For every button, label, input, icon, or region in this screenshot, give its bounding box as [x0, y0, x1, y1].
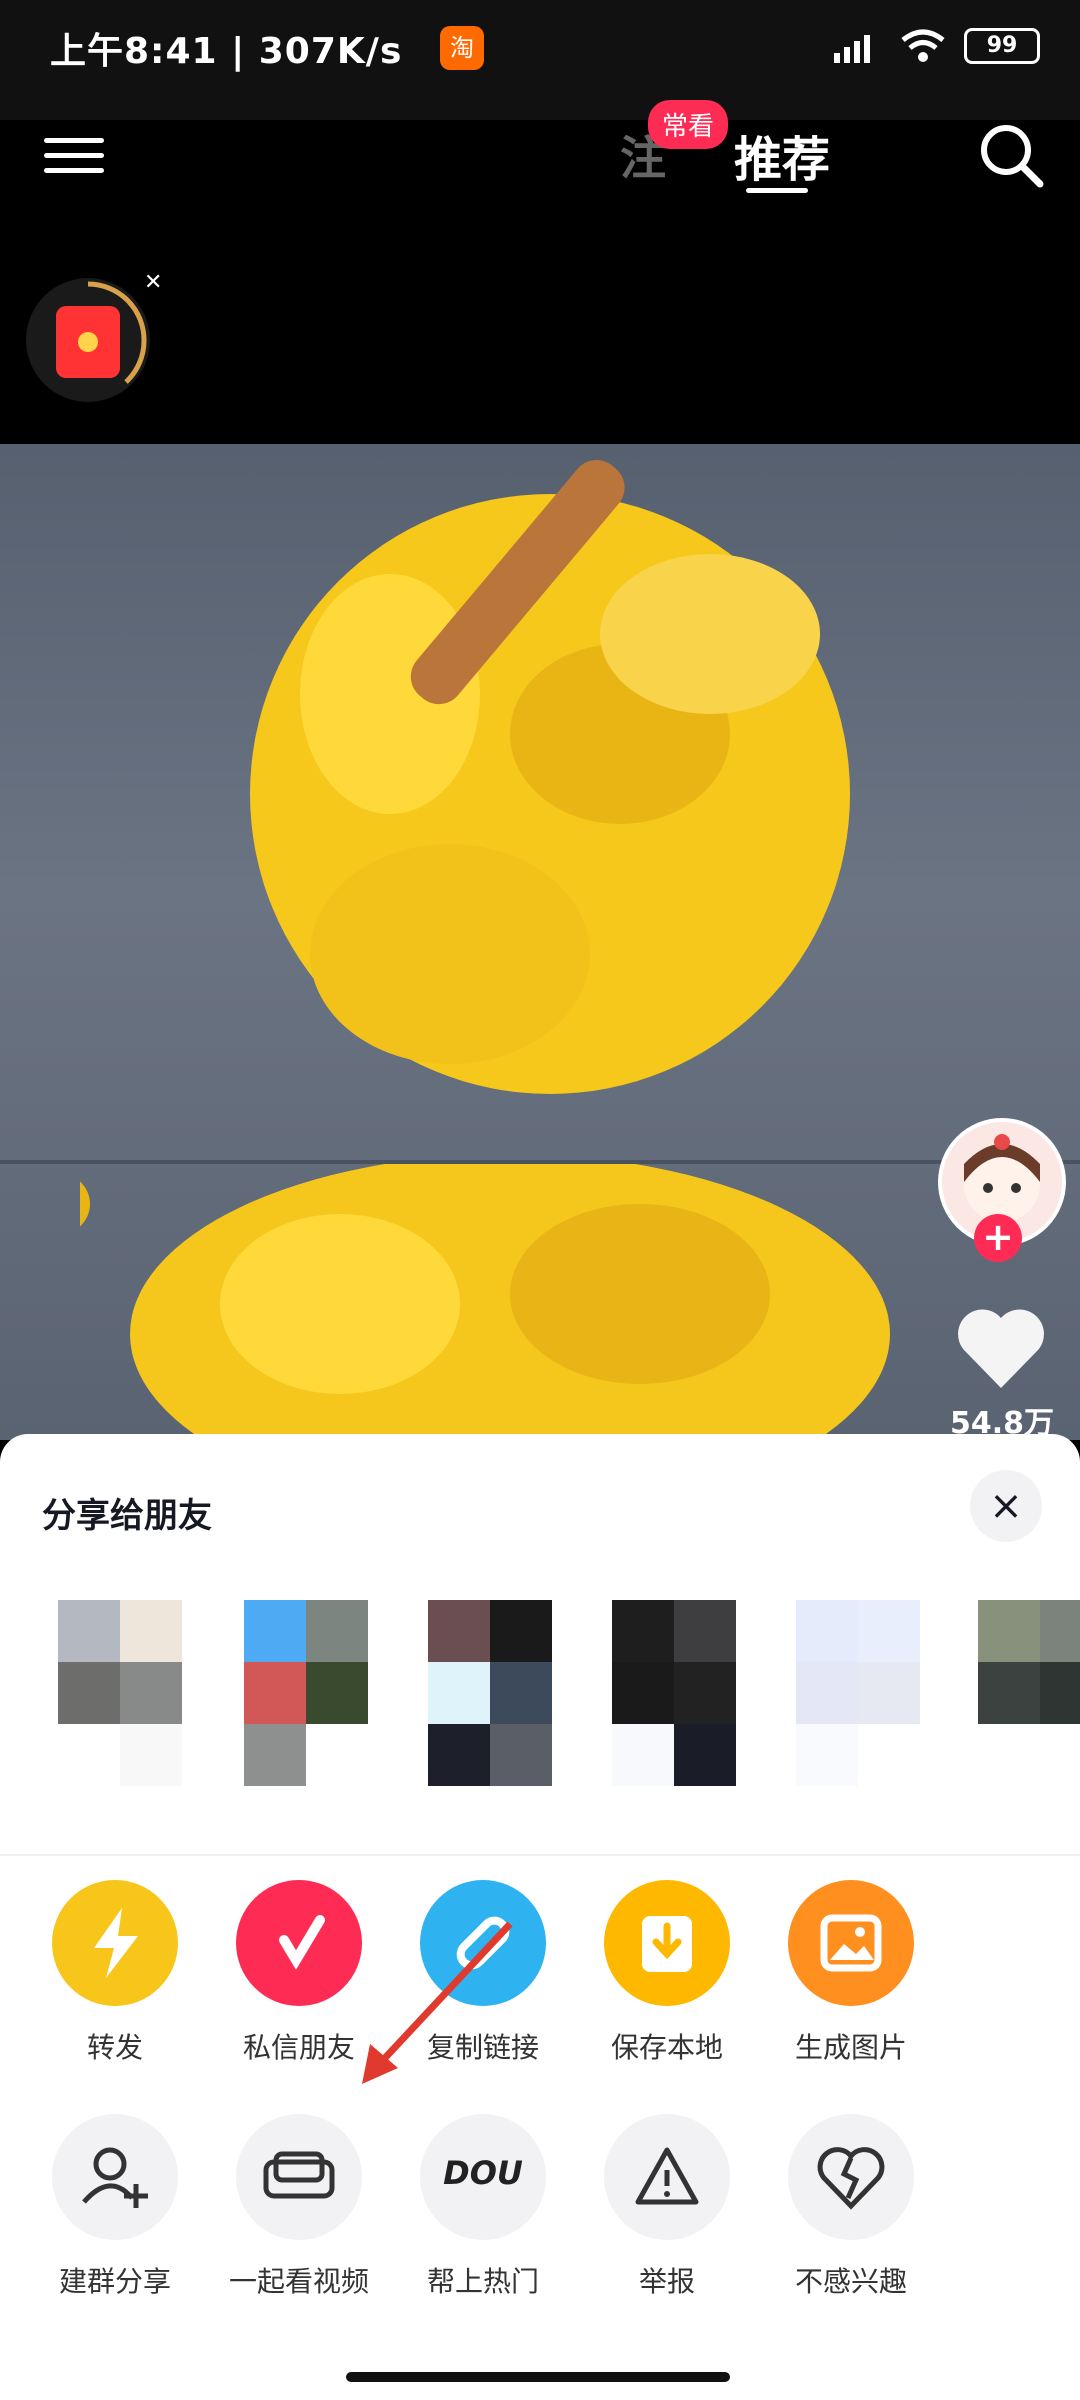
- image-icon: [788, 1880, 914, 2006]
- tab-recommend[interactable]: 推荐: [734, 120, 830, 190]
- group-share-button[interactable]: 建群分享: [40, 2114, 190, 2300]
- broken-heart-icon: [788, 2114, 914, 2240]
- follow-badge: 常看: [648, 100, 729, 149]
- status-icons: 99: [832, 28, 1040, 64]
- friend-contact[interactable]: [612, 1600, 736, 1786]
- warning-icon: [604, 2114, 730, 2240]
- search-icon[interactable]: [976, 120, 1046, 190]
- heart-icon[interactable]: [956, 1308, 1046, 1392]
- not-interested-button[interactable]: 不感兴趣: [776, 2114, 926, 2300]
- forward-button[interactable]: 转发: [40, 1880, 190, 2066]
- friend-contact[interactable]: [428, 1600, 552, 1786]
- save-local-label: 保存本地: [610, 2031, 723, 2064]
- video-frame-top: [250, 460, 850, 1094]
- save-local-button[interactable]: 保存本地: [592, 1880, 742, 2066]
- battery-icon: 99: [964, 28, 1040, 64]
- report-label: 举报: [638, 2265, 695, 2298]
- forward-label: 转发: [86, 2031, 143, 2064]
- red-envelope-icon: [56, 306, 120, 378]
- wifi-icon: [901, 29, 945, 62]
- video-player[interactable]: [0, 444, 1080, 1440]
- group-share-label: 建群分享: [58, 2265, 171, 2298]
- not-interested-label: 不感兴趣: [794, 2265, 907, 2298]
- close-icon[interactable]: ×: [970, 1470, 1042, 1542]
- menu-icon[interactable]: [44, 128, 104, 188]
- watch-together-label: 一起看视频: [228, 2265, 369, 2298]
- home-indicator[interactable]: [346, 2372, 730, 2382]
- red-packet-widget[interactable]: [26, 278, 150, 402]
- friend-contact[interactable]: [244, 1600, 368, 1786]
- generate-image-button[interactable]: 生成图片: [776, 1880, 926, 2066]
- sofa-icon: [236, 2114, 362, 2240]
- follow-plus-button[interactable]: +: [974, 1214, 1022, 1262]
- status-time: 上午8:41 | 307K/s: [50, 31, 403, 72]
- video-frame-bottom: [80, 1164, 890, 1440]
- group-add-icon: [52, 2114, 178, 2240]
- generate-image-label: 生成图片: [794, 2031, 907, 2064]
- sheet-separator: [0, 1854, 1080, 1856]
- dou-plus-button[interactable]: DOU 帮上热门: [408, 2114, 558, 2300]
- signal-icon: [834, 35, 870, 63]
- dou-plus-label: 帮上热门: [426, 2265, 539, 2298]
- download-icon: [604, 1880, 730, 2006]
- share-sheet-title: 分享给朋友: [42, 1496, 212, 1536]
- status-bar: 上午8:41 | 307K/s 淘 99: [0, 0, 1080, 120]
- watch-together-button[interactable]: 一起看视频: [224, 2114, 374, 2300]
- top-nav: 注 常看 推荐: [0, 100, 1080, 240]
- friend-contact[interactable]: [58, 1600, 182, 1786]
- forward-icon: [52, 1880, 178, 2006]
- taobao-app-icon: 淘: [440, 26, 484, 70]
- dou-plus-icon: DOU: [420, 2114, 546, 2240]
- red-packet-close-icon[interactable]: ✕: [144, 270, 162, 295]
- active-tab-indicator: [746, 188, 808, 193]
- dou-text: DOU: [443, 2154, 523, 2192]
- share-sheet: 分享给朋友 × 转发 私信朋友 复制链接 保存本地 生成图片 建群分享 一起看视…: [0, 1434, 1080, 2400]
- report-button[interactable]: 举报: [592, 2114, 742, 2300]
- arrow-annotation-icon: [362, 1921, 513, 2084]
- friend-contact[interactable]: [978, 1600, 1080, 1784]
- friend-contact[interactable]: [796, 1600, 920, 1786]
